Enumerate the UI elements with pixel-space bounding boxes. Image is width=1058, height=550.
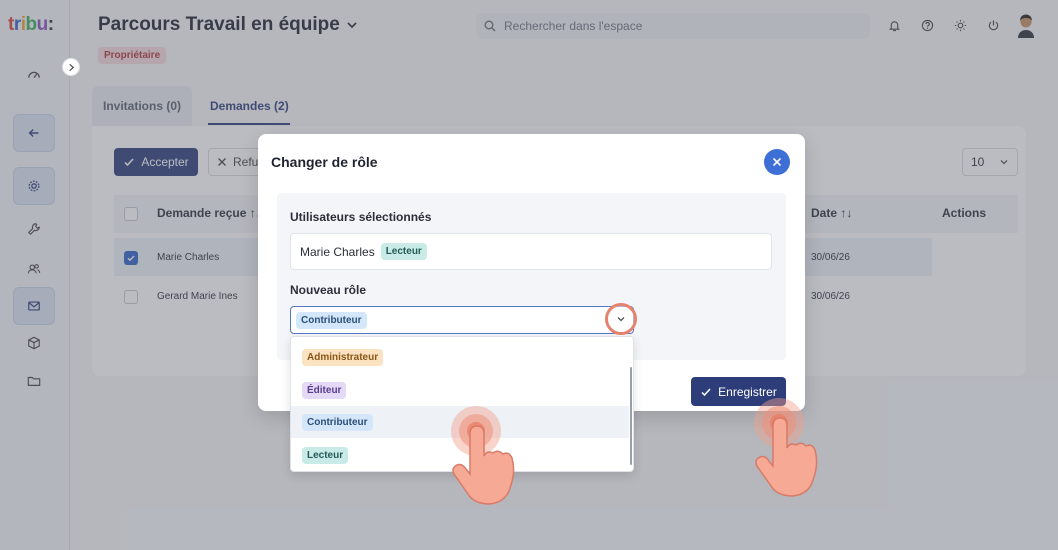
role-option-label: Éditeur (302, 381, 347, 399)
role-option-label: Contributeur (302, 413, 373, 431)
new-role-label: Nouveau rôle (290, 283, 367, 297)
check-icon (701, 387, 711, 396)
selected-users-label: Utilisateurs sélectionnés (290, 210, 432, 224)
chevron-down-icon (617, 317, 625, 322)
sidebar-collapse-toggle[interactable] (62, 58, 80, 76)
selected-user-role-badge: Lecteur (380, 243, 427, 260)
role-option-label: Administrateur (302, 348, 384, 366)
selected-users-field: Marie Charles Lecteur (290, 233, 772, 270)
role-option-label: Lecteur (302, 446, 349, 464)
modal-close-button[interactable] (764, 149, 790, 175)
role-option-administrateur[interactable]: Administrateur (291, 341, 629, 373)
close-icon (772, 157, 782, 167)
dropdown-scrollbar[interactable] (630, 367, 632, 465)
selected-role-badge: Contributeur (296, 311, 367, 329)
chevron-right-icon (68, 63, 74, 71)
selected-user-name: Marie Charles (300, 244, 375, 259)
tap-pointer-icon (754, 398, 818, 497)
modal-title: Changer de rôle (271, 154, 378, 170)
tap-pointer-icon (451, 406, 515, 505)
role-option-editeur[interactable]: Éditeur (291, 374, 629, 406)
new-role-dropdown-toggle[interactable] (605, 303, 637, 335)
new-role-select[interactable]: Contributeur (290, 306, 634, 334)
